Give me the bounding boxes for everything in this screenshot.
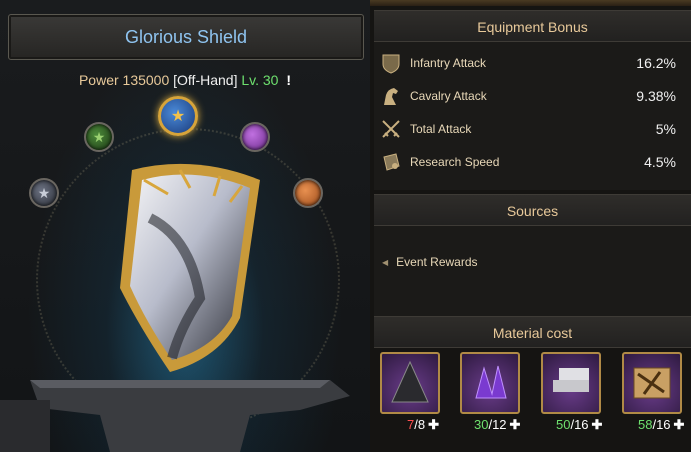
power-value: 135000 xyxy=(122,72,170,88)
green-star-gem[interactable]: ★ xyxy=(84,122,114,152)
bonus-row: Total Attack 5% xyxy=(374,116,691,146)
material-have: 50 xyxy=(556,417,571,432)
source-item[interactable]: ◀ Event Rewards xyxy=(382,255,478,269)
caret-left-icon: ◀ xyxy=(382,258,389,268)
add-icon[interactable]: ✚ xyxy=(428,417,439,432)
crossed-swords-icon xyxy=(382,120,400,138)
title-bar: Glorious Shield xyxy=(8,14,364,60)
equipment-bonus-title: Equipment Bonus xyxy=(477,19,588,35)
details-panel: Equipment Bonus Infantry Attack 16.2% Ca… xyxy=(374,10,691,452)
material-count: 7/8 ✚ xyxy=(407,417,439,433)
horse-icon xyxy=(384,88,398,105)
sources-header: Sources xyxy=(374,194,691,226)
sources-list xyxy=(374,226,691,316)
grey-star-gem[interactable]: ★ xyxy=(29,178,59,208)
bonus-row: Infantry Attack 16.2% xyxy=(374,50,691,80)
bonus-label: Cavalry Attack xyxy=(410,89,487,103)
material-slot[interactable] xyxy=(541,352,601,414)
material-count: 30/12 ✚ xyxy=(474,417,520,433)
material-need: /8 xyxy=(414,417,426,432)
slot-type: [Off-Hand] xyxy=(173,72,238,88)
material-need: /12 xyxy=(488,417,507,432)
add-icon[interactable]: ✚ xyxy=(674,417,685,432)
material-cost-title: Material cost xyxy=(492,325,573,341)
bonus-label: Research Speed xyxy=(410,155,500,169)
shield-image xyxy=(120,163,260,372)
level-label: Lv. 30 xyxy=(241,72,279,88)
info-icon[interactable]: ! xyxy=(286,72,291,88)
bonus-value: 5% xyxy=(655,121,676,137)
material-count: 50/16 ✚ xyxy=(556,417,602,433)
add-icon[interactable]: ✚ xyxy=(592,417,603,432)
power-line: Power 135000 [Off-Hand] Lv. 30 ! xyxy=(0,72,370,88)
bonus-label: Infantry Attack xyxy=(410,56,487,70)
shield-icon xyxy=(382,54,400,74)
bonus-value: 16.2% xyxy=(636,55,676,71)
material-slot[interactable] xyxy=(460,352,520,414)
bonus-label: Total Attack xyxy=(410,122,472,136)
scroll-icon xyxy=(383,153,400,171)
equipment-bonus-header: Equipment Bonus xyxy=(374,10,691,42)
sources-title: Sources xyxy=(506,203,559,219)
add-icon[interactable]: ✚ xyxy=(510,417,521,432)
material-need: /16 xyxy=(570,417,589,432)
material-cost-header: Material cost xyxy=(374,316,691,348)
star-icon: ★ xyxy=(37,184,51,201)
bonus-row: Cavalry Attack 9.38% xyxy=(374,83,691,113)
purple-crystal-icon xyxy=(475,365,507,399)
star-icon: ★ xyxy=(170,108,186,125)
equipment-bonus-list: Infantry Attack 16.2% Cavalry Attack 9.3… xyxy=(374,42,691,190)
equipment-title: Glorious Shield xyxy=(124,27,248,47)
purple-gem[interactable] xyxy=(240,122,270,152)
orange-gem[interactable] xyxy=(293,178,323,208)
silver-ingot-icon xyxy=(553,368,589,392)
source-label: Event Rewards xyxy=(396,255,478,269)
star-icon: ★ xyxy=(92,128,106,145)
blue-star-gem[interactable]: ★ xyxy=(158,96,198,136)
material-have: 58 xyxy=(638,417,653,432)
gold-cloth-icon xyxy=(633,367,671,399)
equipment-display-panel: Glorious Shield Power 135000 [Off-Hand] … xyxy=(0,0,370,452)
material-slot[interactable] xyxy=(380,352,440,414)
bonus-row: Research Speed 4.5% xyxy=(374,149,691,179)
bonus-value: 4.5% xyxy=(644,154,676,170)
bonus-value: 9.38% xyxy=(636,88,676,104)
material-slot[interactable] xyxy=(622,352,682,414)
material-have: 30 xyxy=(474,417,489,432)
material-count: 58/16 ✚ xyxy=(638,417,684,433)
power-label: Power xyxy=(78,72,119,88)
material-need: /16 xyxy=(652,417,671,432)
black-ore-icon xyxy=(391,360,429,403)
